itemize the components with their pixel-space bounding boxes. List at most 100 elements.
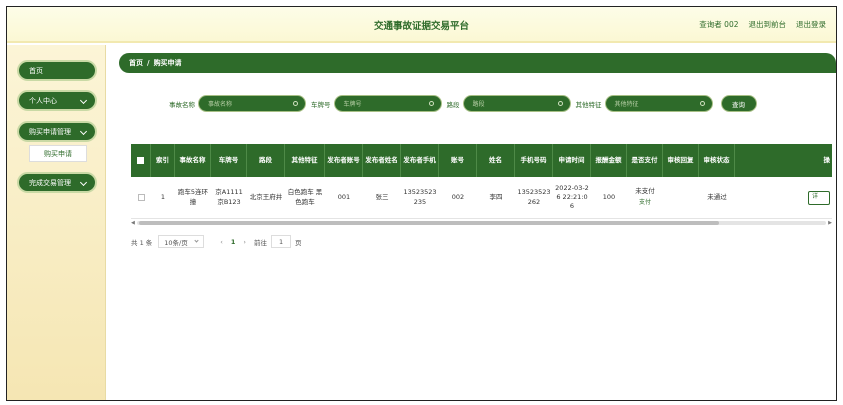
column-header: 报酬金额 (591, 144, 627, 177)
sidebar-item-label: 个人中心 (29, 96, 57, 105)
input-placeholder: 其他特征 (614, 101, 639, 108)
cell-pub-account: 001 (337, 192, 351, 201)
input-placeholder: 车牌号 (343, 101, 362, 108)
column-header: 审核回复 (663, 144, 699, 177)
search-icon (293, 101, 298, 106)
table-row: 1 跑车5连环撞 京A1111 京B123 北京王府井 白色跑车 黑色跑车 00… (131, 177, 832, 219)
road-label: 路段 (446, 100, 460, 109)
back-to-front-link[interactable]: 退出到前台 (749, 19, 787, 30)
sidebar-item-label: 购买申请管理 (29, 127, 71, 136)
search-bar: 事故名称 事故名称 车牌号 车牌号 路段 路段 其他特征 其他特征 查询 (169, 95, 757, 112)
logout-link[interactable]: 退出登录 (796, 19, 826, 30)
search-icon (428, 101, 434, 106)
accident-name-label: 事故名称 (169, 100, 195, 109)
breadcrumb-home[interactable]: 首页 (129, 58, 143, 68)
breadcrumb-current: 购买申请 (153, 59, 182, 67)
column-header: 发布者手机 (401, 144, 439, 177)
sidebar: 首页 个人中心 购买申请管理 购买申请 完成交易管理 (7, 45, 106, 400)
page-size-value: 10条/页 (164, 238, 188, 247)
app-frame: 交通事故证据交易平台 查询者 002 退出到前台 退出登录 首页 个人中心 购买… (6, 6, 837, 401)
detail-button[interactable]: 详 (808, 190, 830, 205)
cell-apply-time: 2022-03-26 22:21:06 (555, 183, 589, 211)
sidebar-item-purchase-management[interactable]: 购买申请管理 (17, 121, 97, 142)
sidebar-item-personal-center[interactable]: 个人中心 (17, 90, 97, 111)
column-header: 车牌号 (211, 144, 247, 177)
column-header: 发布者姓名 (363, 144, 401, 177)
column-header: 账号 (439, 144, 477, 177)
search-button[interactable]: 查询 (720, 95, 757, 112)
cell-status: 未通过 (707, 192, 727, 201)
table-header: 索引 事故名称 车牌号 路段 其他特征 发布者账号 发布者姓名 发布者手机 账号… (131, 144, 832, 177)
chevron-down-icon (79, 127, 88, 136)
plate-input[interactable]: 车牌号 (333, 95, 442, 112)
cell-paid: 未支付 支付 (627, 177, 663, 218)
top-bar: 交通事故证据交易平台 查询者 002 退出到前台 退出登录 (7, 7, 836, 43)
sidebar-item-completed-trades[interactable]: 完成交易管理 (17, 172, 97, 193)
input-placeholder: 路段 (472, 101, 485, 108)
current-user: 查询者 002 (699, 20, 739, 29)
page-unit: 页 (295, 238, 302, 247)
cell-road: 北京王府井 (249, 192, 283, 201)
purchase-table: 索引 事故名称 车牌号 路段 其他特征 发布者账号 发布者姓名 发布者手机 账号… (131, 144, 832, 226)
next-page-button[interactable]: › (243, 238, 246, 246)
cell-name: 李四 (489, 192, 503, 201)
search-icon (557, 101, 563, 106)
cell-pub-phone: 13523523235 (403, 188, 437, 206)
goto-page-input[interactable]: 1 (271, 235, 292, 248)
page-number-current[interactable]: 1 (231, 238, 236, 246)
pay-link[interactable]: 支付 (639, 199, 651, 207)
cell-reply (663, 177, 699, 218)
cell-amount: 100 (602, 192, 616, 201)
chevron-down-icon (79, 178, 88, 187)
column-header: 审核状态 (699, 144, 735, 177)
chevron-down-icon (79, 96, 88, 105)
features-input[interactable]: 其他特征 (604, 95, 713, 112)
column-header: 其他特征 (285, 144, 325, 177)
sidebar-item-label: 完成交易管理 (29, 178, 71, 187)
select-all-checkbox[interactable] (137, 157, 144, 164)
scroll-left-icon[interactable]: ◀ (131, 220, 135, 226)
breadcrumb-separator: / (147, 59, 150, 67)
cell-phone: 13523523262 (517, 188, 551, 206)
column-header: 是否支付 (627, 144, 663, 177)
cell-actions: 详 (735, 177, 832, 218)
plate-label: 车牌号 (311, 100, 331, 109)
select-all-cell (131, 144, 151, 177)
page-size-select[interactable]: 10条/页 (158, 235, 205, 248)
main-content: 首页 / 购买申请 事故名称 事故名称 车牌号 车牌号 路段 路段 其他特征 其… (111, 45, 836, 400)
column-header: 发布者账号 (325, 144, 363, 177)
cell-plate: 京A1111 京B123 (215, 188, 243, 206)
prev-page-button[interactable]: ‹ (220, 238, 223, 246)
column-header: 手机号码 (515, 144, 553, 177)
cell-features: 白色跑车 黑色跑车 (287, 188, 323, 206)
cell-pub-name: 张三 (375, 192, 389, 201)
sidebar-item-label: 首页 (29, 66, 43, 75)
scroll-thumb[interactable] (139, 221, 719, 225)
scroll-right-icon[interactable]: ▶ (828, 220, 832, 226)
column-header: 姓名 (477, 144, 515, 177)
column-header: 事故名称 (175, 144, 211, 177)
accident-name-input[interactable]: 事故名称 (198, 95, 306, 112)
search-icon (699, 101, 705, 106)
road-input[interactable]: 路段 (462, 95, 571, 112)
cell-accident: 跑车5连环撞 (177, 188, 209, 206)
column-header: 路段 (247, 144, 285, 177)
sidebar-subitem-purchase-request[interactable]: 购买申请 (29, 145, 87, 162)
row-checkbox[interactable] (137, 194, 145, 201)
column-header: 索引 (151, 144, 175, 177)
sidebar-item-home[interactable]: 首页 (17, 60, 97, 81)
column-header: 申请时间 (553, 144, 591, 177)
payment-status: 未支付 (635, 187, 655, 196)
cell-index: 1 (160, 192, 166, 201)
chevron-down-icon (194, 238, 199, 243)
breadcrumb: 首页 / 购买申请 (119, 53, 836, 73)
column-header: 操 (823, 155, 831, 164)
pagination: 共 1 条 10条/页 ‹ 1 › 前往 1 页 (131, 235, 302, 248)
horizontal-scrollbar[interactable]: ◀ ▶ (131, 220, 832, 226)
total-count: 共 1 条 (131, 238, 153, 247)
top-right-links: 查询者 002 退出到前台 退出登录 (699, 19, 826, 30)
input-placeholder: 事故名称 (208, 101, 233, 108)
features-label: 其他特征 (575, 100, 602, 109)
cell-account: 002 (451, 192, 465, 201)
row-select-cell (131, 177, 151, 218)
